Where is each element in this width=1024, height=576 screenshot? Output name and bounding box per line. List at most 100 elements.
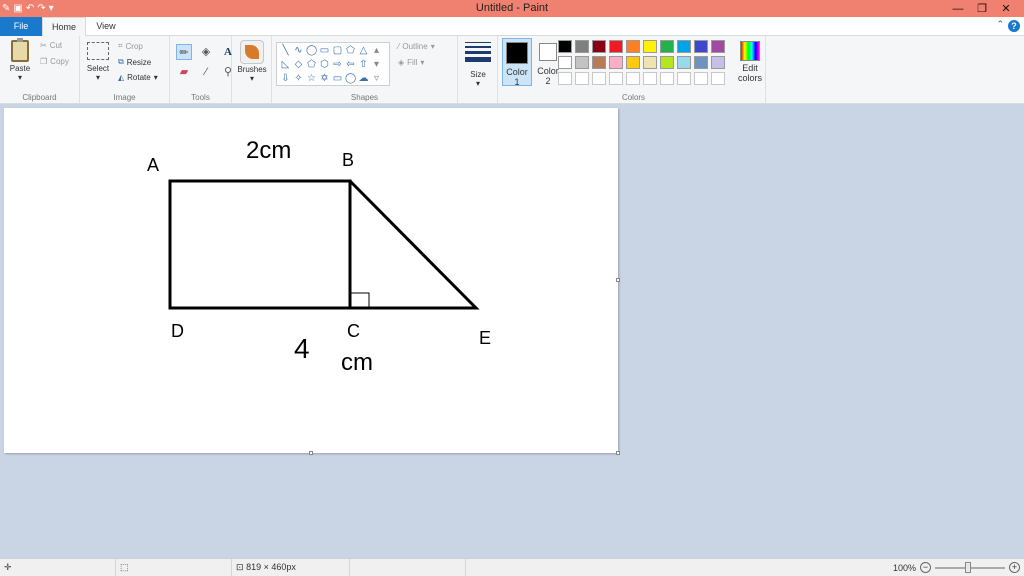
workspace: A B D C E 2cm 4 cm (0, 104, 1024, 558)
tab-home[interactable]: Home (42, 17, 86, 36)
vertex-label-b: B (342, 150, 354, 170)
zoom-slider[interactable] (935, 561, 1005, 573)
oval-shape-icon[interactable]: ◯ (306, 45, 317, 57)
four-point-star-icon[interactable]: ✧ (293, 73, 304, 85)
palette-swatch[interactable] (643, 72, 657, 85)
size-button[interactable]: Size ▾ (463, 40, 493, 88)
minimize-button[interactable]: — (946, 3, 970, 15)
fill-button[interactable]: ◈ Fill ▾ (398, 58, 424, 67)
palette-swatch[interactable] (609, 56, 623, 69)
gallery-expand-icon[interactable]: ▿ (371, 73, 382, 85)
help-icon[interactable]: ? (1008, 20, 1020, 32)
resize-handle-right[interactable] (616, 278, 620, 282)
palette-swatch[interactable] (660, 56, 674, 69)
down-arrow-shape-icon[interactable]: ⇩ (280, 73, 291, 85)
palette-swatch[interactable] (558, 40, 572, 53)
palette-swatch[interactable] (677, 72, 691, 85)
palette-swatch[interactable] (575, 40, 589, 53)
polygon-shape-icon[interactable]: ⬠ (345, 45, 356, 57)
diamond-shape-icon[interactable]: ◇ (293, 59, 304, 71)
window-controls: — ❐ ✕ (946, 0, 1018, 17)
palette-swatch[interactable] (626, 72, 640, 85)
five-point-star-icon[interactable]: ☆ (306, 73, 317, 85)
outline-brush-icon: ⁄ (398, 42, 400, 51)
palette-swatch[interactable] (626, 56, 640, 69)
left-arrow-shape-icon[interactable]: ⇦ (345, 59, 356, 71)
vertex-label-a: A (147, 155, 159, 175)
collapse-ribbon-icon[interactable]: ⌃ (996, 19, 1004, 30)
pencil-icon[interactable]: ✏ (176, 44, 192, 60)
zoom-in-button[interactable]: + (1009, 562, 1020, 573)
tab-view[interactable]: View (86, 17, 126, 36)
six-point-star-icon[interactable]: ✡ (319, 73, 330, 85)
restore-button[interactable]: ❐ (970, 2, 994, 15)
cursor-position: ✛ (0, 559, 116, 576)
resize-handle-bottom[interactable] (309, 451, 313, 455)
palette-swatch[interactable] (694, 56, 708, 69)
palette-swatch[interactable] (711, 56, 725, 69)
scroll-up-icon[interactable]: ▴ (371, 45, 382, 57)
up-arrow-shape-icon[interactable]: ⇧ (358, 59, 369, 71)
color2-button[interactable]: Color 2 (536, 38, 560, 86)
palette-swatch[interactable] (711, 40, 725, 53)
callout-rect-icon[interactable]: ▭ (332, 73, 343, 85)
size-group: Size ▾ (458, 36, 498, 104)
pentagon-shape-icon[interactable]: ⬠ (306, 59, 317, 71)
right-triangle-shape-icon[interactable]: ◺ (280, 59, 291, 71)
palette-swatch[interactable] (592, 40, 606, 53)
resize-button[interactable]: ⧉ Resize (118, 57, 151, 67)
color1-button[interactable]: Color 1 (502, 38, 532, 87)
palette-swatch[interactable] (592, 72, 606, 85)
hexagon-shape-icon[interactable]: ⬡ (319, 59, 330, 71)
zoom-level: 100% (892, 562, 916, 573)
palette-swatch[interactable] (677, 56, 691, 69)
zoom-out-button[interactable]: − (920, 562, 931, 573)
crop-button[interactable]: ⌗ Crop (118, 41, 143, 51)
fill-bucket-icon[interactable]: ◈ (198, 44, 214, 60)
brush-icon (240, 40, 264, 64)
resize-handle-corner[interactable] (616, 451, 620, 455)
triangle-shape-icon[interactable]: △ (358, 45, 369, 57)
color-picker-icon[interactable]: ⁄ (198, 64, 214, 80)
eraser-icon[interactable]: ▰ (176, 64, 192, 80)
outline-button[interactable]: ⁄ Outline ▾ (398, 42, 435, 51)
close-button[interactable]: ✕ (994, 2, 1018, 15)
palette-swatch[interactable] (575, 72, 589, 85)
right-arrow-shape-icon[interactable]: ⇨ (332, 59, 343, 71)
palette-swatch[interactable] (558, 56, 572, 69)
zoom-slider-thumb[interactable] (965, 561, 971, 573)
palette-swatch[interactable] (694, 72, 708, 85)
palette-swatch[interactable] (677, 40, 691, 53)
canvas-size-text: 819 × 460px (246, 562, 296, 572)
line-shape-icon[interactable]: ╲ (280, 45, 291, 57)
crop-label: Crop (125, 41, 143, 51)
callout-cloud-icon[interactable]: ☁ (358, 73, 369, 85)
palette-swatch[interactable] (694, 40, 708, 53)
rotate-button[interactable]: ◭ Rotate ▾ (118, 73, 158, 82)
cut-button[interactable]: ✂ Cut (40, 41, 62, 50)
palette-swatch[interactable] (558, 72, 572, 85)
curve-shape-icon[interactable]: ∿ (293, 45, 304, 57)
rectangle-shape-icon[interactable]: ▭ (319, 45, 330, 57)
palette-swatch[interactable] (643, 56, 657, 69)
paste-button[interactable]: Paste ▾ (6, 38, 34, 82)
callout-oval-icon[interactable]: ◯ (345, 73, 356, 85)
select-button[interactable]: Select ▾ (84, 42, 112, 82)
palette-swatch[interactable] (626, 40, 640, 53)
palette-swatch[interactable] (592, 56, 606, 69)
palette-swatch[interactable] (711, 72, 725, 85)
brushes-button[interactable]: Brushes ▾ (234, 40, 270, 83)
paste-label: Paste (9, 64, 31, 73)
palette-swatch[interactable] (660, 72, 674, 85)
palette-swatch[interactable] (609, 72, 623, 85)
edit-colors-button[interactable]: Edit colors (734, 38, 766, 83)
drawing-canvas[interactable]: A B D C E 2cm 4 cm (4, 108, 620, 455)
palette-swatch[interactable] (660, 40, 674, 53)
scroll-down-icon[interactable]: ▾ (371, 59, 382, 71)
palette-swatch[interactable] (575, 56, 589, 69)
copy-button[interactable]: ❐ Copy (40, 57, 69, 66)
palette-swatch[interactable] (643, 40, 657, 53)
palette-swatch[interactable] (609, 40, 623, 53)
rounded-rectangle-shape-icon[interactable]: ▢ (332, 45, 343, 57)
tab-file[interactable]: File (0, 17, 42, 36)
